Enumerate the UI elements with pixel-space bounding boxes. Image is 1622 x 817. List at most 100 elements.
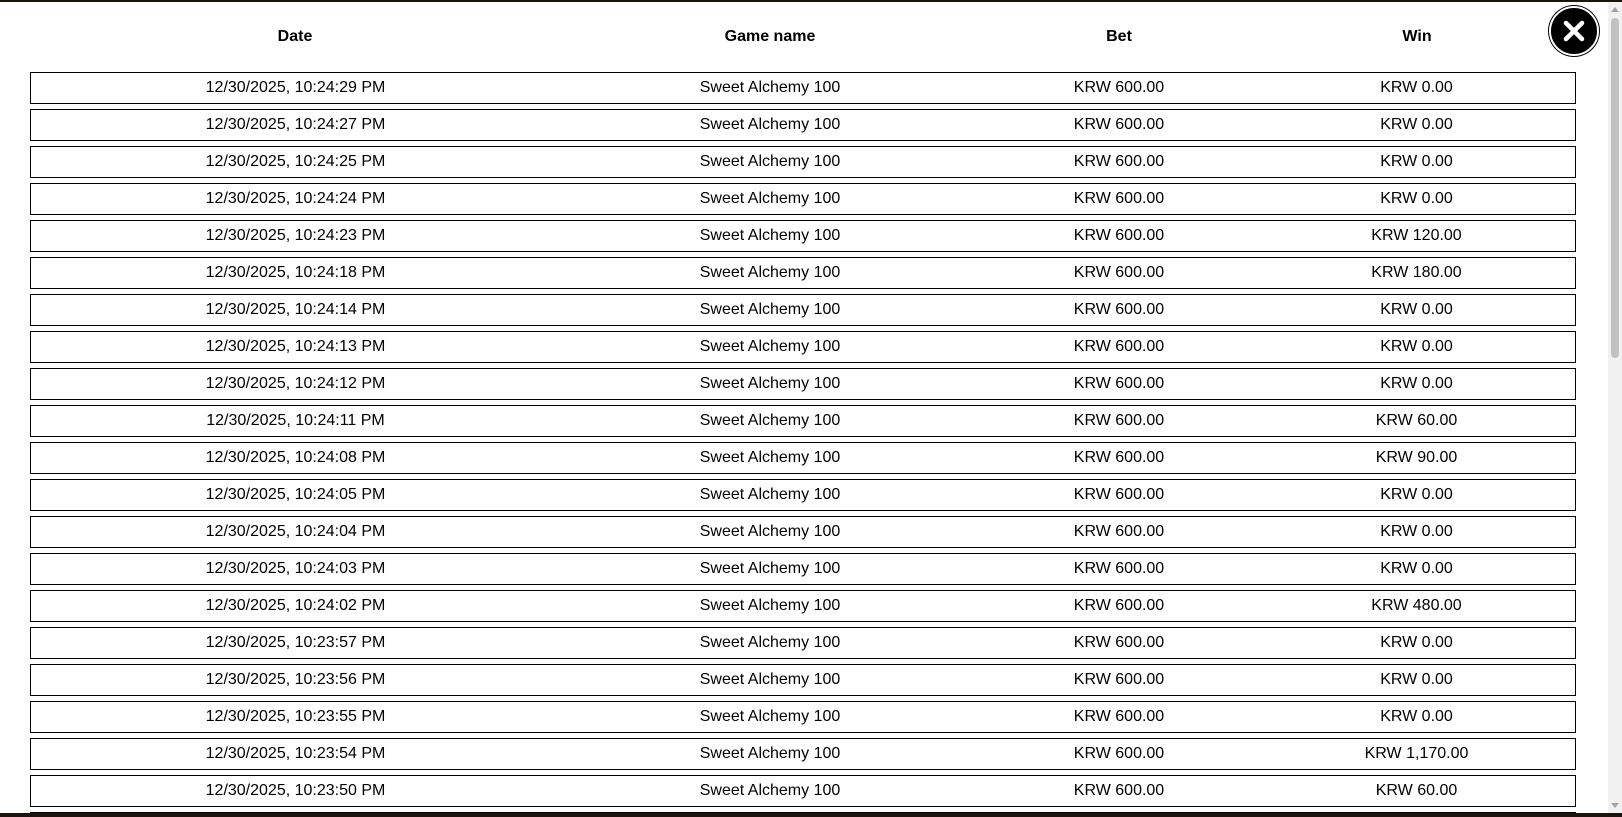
cell-game-name: Sweet Alchemy 100 xyxy=(560,146,980,178)
cell-game-name: Sweet Alchemy 100 xyxy=(560,553,980,585)
table-row[interactable]: 12/30/2025, 10:24:23 PM Sweet Alchemy 100… xyxy=(30,220,1576,252)
scroll-up-arrow-icon[interactable] xyxy=(1610,4,1620,16)
cell-date: 12/30/2025, 10:24:05 PM xyxy=(30,479,560,511)
cell-win: KRW 0.00 xyxy=(1258,368,1576,400)
cell-game-name: Sweet Alchemy 100 xyxy=(560,72,980,104)
cell-win: KRW 0.00 xyxy=(1258,72,1576,104)
cell-date: 12/30/2025, 10:23:46 PM xyxy=(30,812,560,813)
close-icon xyxy=(1563,20,1585,42)
cell-date: 12/30/2025, 10:23:55 PM xyxy=(30,701,560,733)
cell-date: 12/30/2025, 10:24:18 PM xyxy=(30,257,560,289)
column-header-game-name[interactable]: Game name xyxy=(560,7,980,67)
cell-date: 12/30/2025, 10:24:27 PM xyxy=(30,109,560,141)
table-row[interactable]: 12/30/2025, 10:24:27 PM Sweet Alchemy 100… xyxy=(30,109,1576,141)
column-header-win[interactable]: Win xyxy=(1258,7,1576,67)
cell-date: 12/30/2025, 10:24:14 PM xyxy=(30,294,560,326)
table-row[interactable]: 12/30/2025, 10:23:56 PM Sweet Alchemy 100… xyxy=(30,664,1576,696)
table-row[interactable]: 12/30/2025, 10:23:46 PMSweet Alchemy 100… xyxy=(30,812,1576,813)
header-row: Date Game name Bet Win xyxy=(30,7,1576,67)
cell-win: KRW 0.00 xyxy=(1258,331,1576,363)
cell-bet: KRW 600.00 xyxy=(980,479,1258,511)
cell-bet: KRW 600.00 xyxy=(980,553,1258,585)
cell-game-name: Sweet Alchemy 100 xyxy=(560,701,980,733)
scroll-down-arrow-icon[interactable] xyxy=(1610,799,1620,811)
cell-date: 12/30/2025, 10:24:03 PM xyxy=(30,553,560,585)
cell-win: KRW 0.00 xyxy=(1258,664,1576,696)
cell-date: 12/30/2025, 10:24:24 PM xyxy=(30,183,560,215)
cell-bet: KRW 600.00 xyxy=(980,812,1258,813)
cell-bet: KRW 600.00 xyxy=(980,775,1258,807)
cell-win: KRW 0.00 xyxy=(1258,627,1576,659)
table-row[interactable]: 12/30/2025, 10:24:03 PM Sweet Alchemy 100… xyxy=(30,553,1576,585)
table-row[interactable]: 12/30/2025, 10:23:55 PM Sweet Alchemy 100… xyxy=(30,701,1576,733)
table-row[interactable]: 12/30/2025, 10:24:29 PM Sweet Alchemy 100… xyxy=(30,72,1576,104)
table-row[interactable]: 12/30/2025, 10:24:05 PM Sweet Alchemy 100… xyxy=(30,479,1576,511)
table-row[interactable]: 12/30/2025, 10:23:54 PM Sweet Alchemy 100… xyxy=(30,738,1576,770)
cell-game-name: Sweet Alchemy 100 xyxy=(560,627,980,659)
column-header-date[interactable]: Date xyxy=(30,7,560,67)
cell-game-name: Sweet Alchemy 100 xyxy=(560,257,980,289)
table-row[interactable]: 12/30/2025, 10:24:11 PM Sweet Alchemy 100… xyxy=(30,405,1576,437)
cell-date: 12/30/2025, 10:23:57 PM xyxy=(30,627,560,659)
cell-game-name: Sweet Alchemy 100 xyxy=(560,442,980,474)
cell-date: 12/30/2025, 10:24:04 PM xyxy=(30,516,560,548)
cell-bet: KRW 600.00 xyxy=(980,368,1258,400)
cell-bet: KRW 600.00 xyxy=(980,109,1258,141)
cell-game-name: Sweet Alchemy 100 xyxy=(560,368,980,400)
table-row[interactable]: 12/30/2025, 10:24:24 PM Sweet Alchemy 100… xyxy=(30,183,1576,215)
cell-win: KRW 120.00 xyxy=(1258,220,1576,252)
bet-history-panel: Date Game name Bet Win 12/30/2025, 10:24… xyxy=(0,2,1622,813)
cell-game-name: Sweet Alchemy 100 xyxy=(560,516,980,548)
cell-win: KRW 0.00 xyxy=(1258,294,1576,326)
cell-game-name: Sweet Alchemy 100 xyxy=(560,664,980,696)
cell-date: 12/30/2025, 10:24:02 PM xyxy=(30,590,560,622)
cell-date: 12/30/2025, 10:24:12 PM xyxy=(30,368,560,400)
cell-game-name: Sweet Alchemy 100 xyxy=(560,183,980,215)
cell-date: 12/30/2025, 10:24:08 PM xyxy=(30,442,560,474)
column-header-bet[interactable]: Bet xyxy=(980,7,1258,67)
cell-win: KRW 90.00 xyxy=(1258,442,1576,474)
table-row[interactable]: 12/30/2025, 10:24:13 PM Sweet Alchemy 100… xyxy=(30,331,1576,363)
table-row[interactable]: 12/30/2025, 10:23:57 PM Sweet Alchemy 100… xyxy=(30,627,1576,659)
cell-win: KRW 1,170.00 xyxy=(1258,738,1576,770)
cell-bet: KRW 600.00 xyxy=(980,220,1258,252)
cell-game-name: Sweet Alchemy 100 xyxy=(560,738,980,770)
cell-date: 12/30/2025, 10:23:54 PM xyxy=(30,738,560,770)
cell-win: KRW 0.00 xyxy=(1258,812,1576,813)
cell-win: KRW 480.00 xyxy=(1258,590,1576,622)
table-row[interactable]: 12/30/2025, 10:24:02 PM Sweet Alchemy 100… xyxy=(30,590,1576,622)
table-row[interactable]: 12/30/2025, 10:24:04 PM Sweet Alchemy 100… xyxy=(30,516,1576,548)
cell-win: KRW 60.00 xyxy=(1258,405,1576,437)
cell-bet: KRW 600.00 xyxy=(980,257,1258,289)
cell-bet: KRW 600.00 xyxy=(980,72,1258,104)
cell-bet: KRW 600.00 xyxy=(980,590,1258,622)
cell-win: KRW 0.00 xyxy=(1258,109,1576,141)
table-row[interactable]: 12/30/2025, 10:23:50 PM Sweet Alchemy 100… xyxy=(30,775,1576,807)
cell-date: 12/30/2025, 10:24:11 PM xyxy=(30,405,560,437)
cell-bet: KRW 600.00 xyxy=(980,146,1258,178)
cell-date: 12/30/2025, 10:24:29 PM xyxy=(30,72,560,104)
cell-game-name: Sweet Alchemy 100 xyxy=(560,405,980,437)
table-header: Date Game name Bet Win xyxy=(30,7,1576,67)
cell-win: KRW 0.00 xyxy=(1258,553,1576,585)
table-row[interactable]: 12/30/2025, 10:24:12 PM Sweet Alchemy 100… xyxy=(30,368,1576,400)
cell-date: 12/30/2025, 10:23:50 PM xyxy=(30,775,560,807)
cell-bet: KRW 600.00 xyxy=(980,183,1258,215)
table-row[interactable]: 12/30/2025, 10:24:18 PM Sweet Alchemy 100… xyxy=(30,257,1576,289)
table-row[interactable]: 12/30/2025, 10:24:25 PM Sweet Alchemy 100… xyxy=(30,146,1576,178)
table-row[interactable]: 12/30/2025, 10:24:14 PM Sweet Alchemy 100… xyxy=(30,294,1576,326)
scrollbar-thumb[interactable] xyxy=(1611,18,1619,358)
cell-win: KRW 0.00 xyxy=(1258,146,1576,178)
cell-game-name: Sweet Alchemy 100 xyxy=(560,294,980,326)
bet-history-table: Date Game name Bet Win 12/30/2025, 10:24… xyxy=(30,2,1576,813)
close-button[interactable] xyxy=(1549,6,1599,56)
cell-game-name: Sweet Alchemy 100 xyxy=(560,220,980,252)
cell-win: KRW 0.00 xyxy=(1258,479,1576,511)
cell-bet: KRW 600.00 xyxy=(980,405,1258,437)
cell-bet: KRW 600.00 xyxy=(980,738,1258,770)
cell-bet: KRW 600.00 xyxy=(980,627,1258,659)
vertical-scrollbar[interactable] xyxy=(1608,2,1622,813)
cell-game-name: Sweet Alchemy 100 xyxy=(560,590,980,622)
cell-game-name: Sweet Alchemy 100 xyxy=(560,812,980,813)
table-row[interactable]: 12/30/2025, 10:24:08 PM Sweet Alchemy 100… xyxy=(30,442,1576,474)
